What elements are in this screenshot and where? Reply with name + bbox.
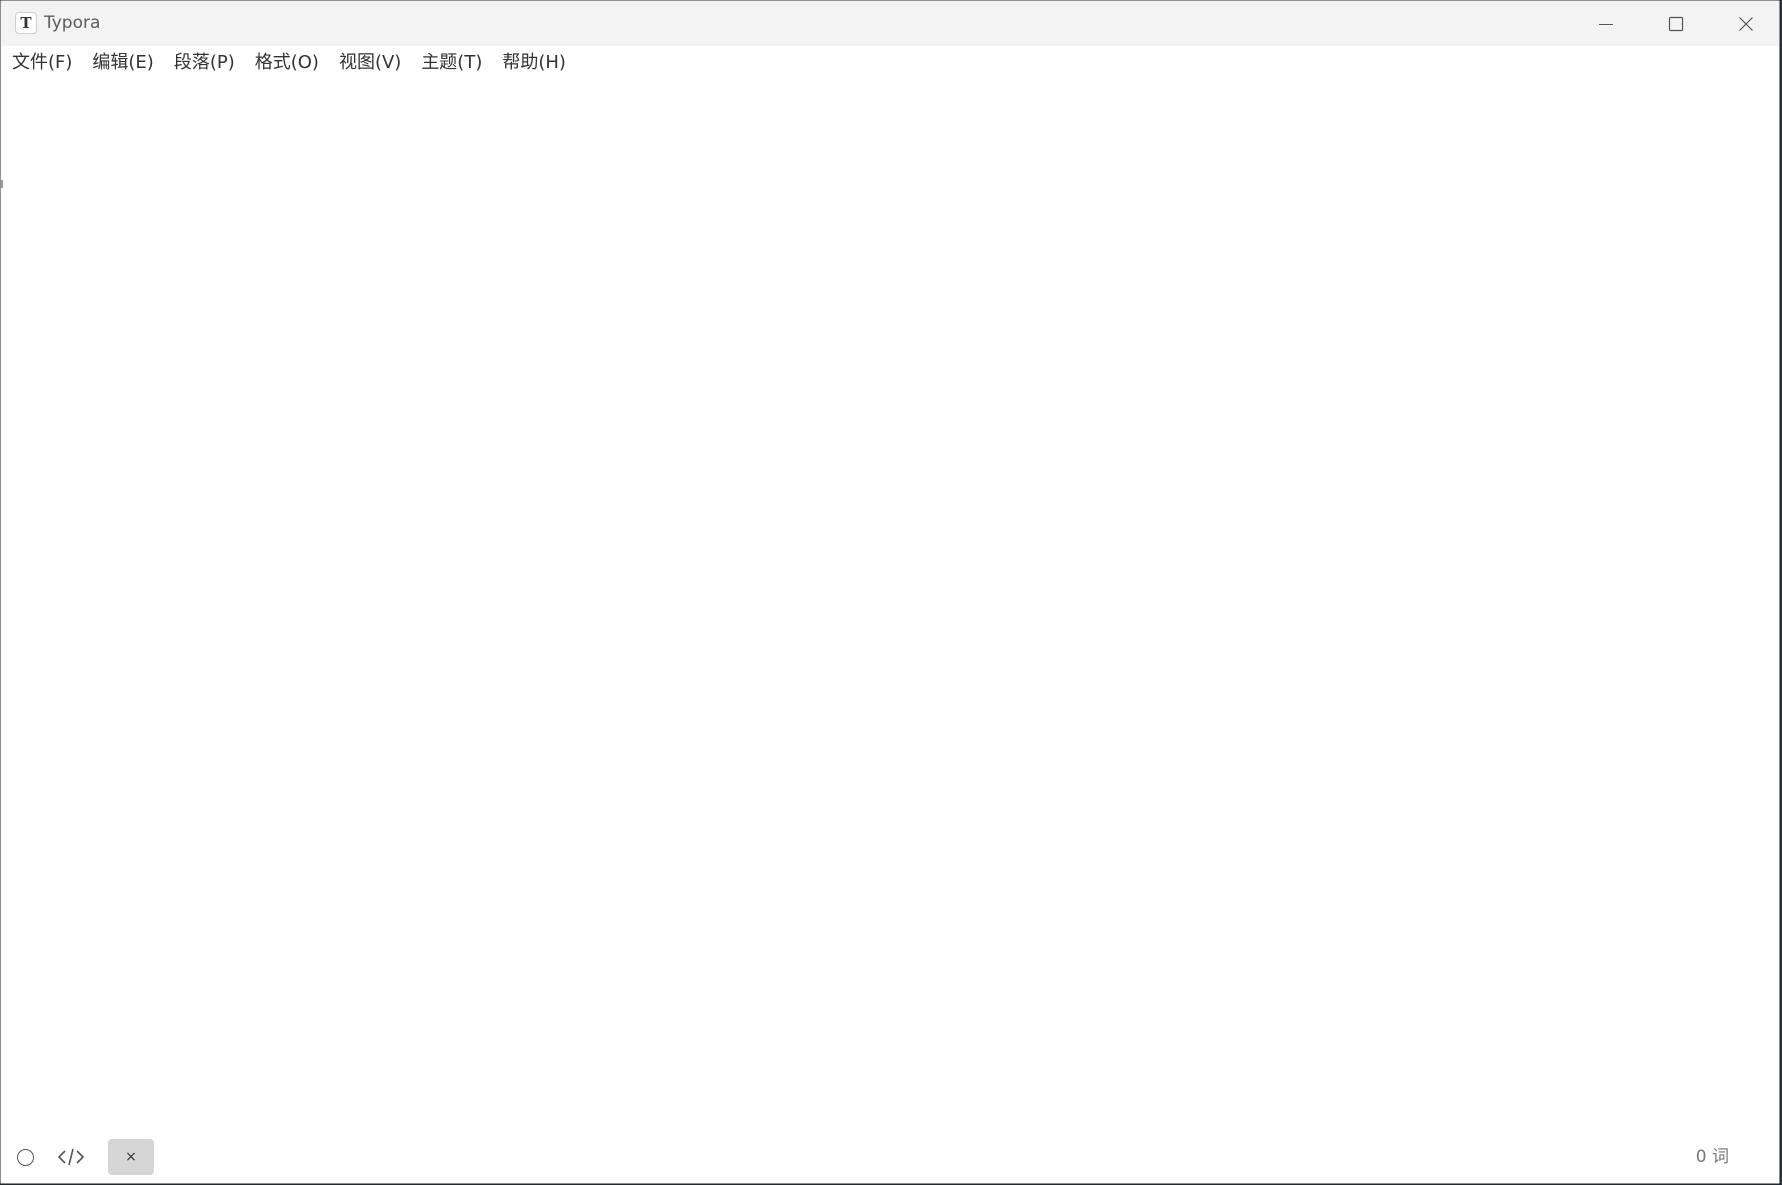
maximize-icon — [1668, 16, 1684, 31]
menu-edit[interactable]: 编辑(E) — [81, 46, 162, 80]
status-bar: × 0 词 — [1, 1131, 1779, 1183]
source-code-icon[interactable] — [57, 1146, 85, 1168]
maximize-button[interactable] — [1641, 1, 1711, 46]
editor-area[interactable] — [1, 80, 1779, 1131]
typora-app-icon: T — [15, 12, 37, 34]
title-bar[interactable]: T Typora — [1, 1, 1779, 46]
menu-help[interactable]: 帮助(H) — [491, 46, 575, 80]
menu-theme[interactable]: 主题(T) — [410, 46, 491, 80]
close-sidebar-button[interactable]: × — [108, 1139, 154, 1175]
word-count[interactable]: 0 词 — [1696, 1145, 1729, 1169]
window-title: Typora — [44, 13, 101, 33]
menu-paragraph[interactable]: 段落(P) — [163, 46, 244, 80]
menu-format[interactable]: 格式(O) — [244, 46, 328, 80]
outline-circle-icon[interactable] — [17, 1149, 34, 1166]
close-window-button[interactable] — [1711, 1, 1779, 46]
menu-bar: 文件(F) 编辑(E) 段落(P) 格式(O) 视图(V) 主题(T) 帮助(H… — [1, 46, 1779, 80]
editor-edge-mark — [1, 180, 3, 188]
typora-window: T Typora 文件(F) 编辑(E) 段落(P) 格式(O) 视图(V) 主… — [0, 0, 1780, 1184]
menu-view[interactable]: 视图(V) — [328, 46, 410, 80]
menu-file[interactable]: 文件(F) — [1, 46, 81, 80]
minimize-icon — [1599, 23, 1613, 25]
close-icon — [1739, 16, 1753, 31]
minimize-button[interactable] — [1571, 1, 1641, 46]
